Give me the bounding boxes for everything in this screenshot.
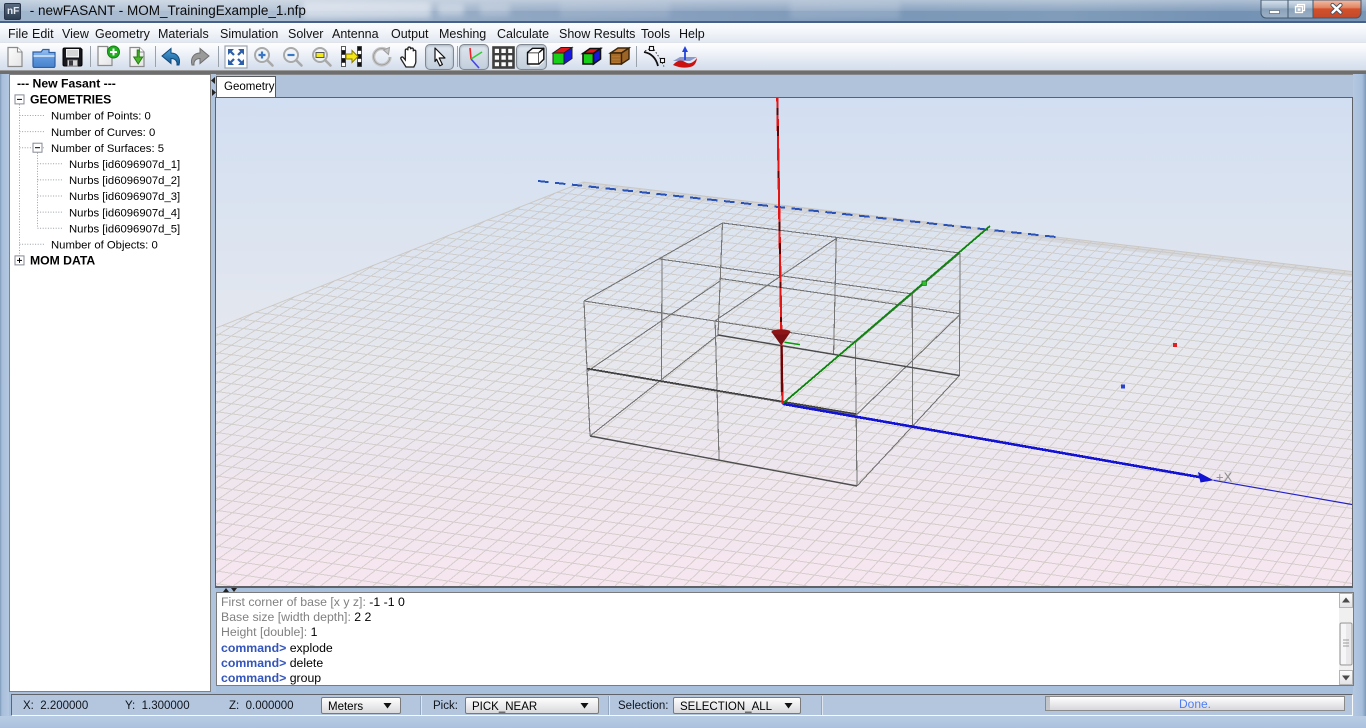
svg-text:GEOMETRIES: GEOMETRIES [30,93,111,107]
svg-text:Nurbs [id6096907d_3]: Nurbs [id6096907d_3] [69,191,180,203]
svg-text:Nurbs [id6096907d_4]: Nurbs [id6096907d_4] [69,207,180,219]
svg-text:--- New Fasant ---: --- New Fasant --- [17,77,116,91]
svg-text:Number of Points: 0: Number of Points: 0 [51,111,151,123]
svg-text:Nurbs [id6096907d_1]: Nurbs [id6096907d_1] [69,159,180,171]
svg-text:Number of Curves: 0: Number of Curves: 0 [51,127,155,139]
svg-text:Number of Surfaces: 5: Number of Surfaces: 5 [51,143,164,155]
svg-text:Nurbs [id6096907d_5]: Nurbs [id6096907d_5] [69,223,180,235]
svg-text:Nurbs [id6096907d_2]: Nurbs [id6096907d_2] [69,175,180,187]
svg-text:Number of Objects: 0: Number of Objects: 0 [51,240,158,252]
svg-text:MOM DATA: MOM DATA [30,254,95,268]
